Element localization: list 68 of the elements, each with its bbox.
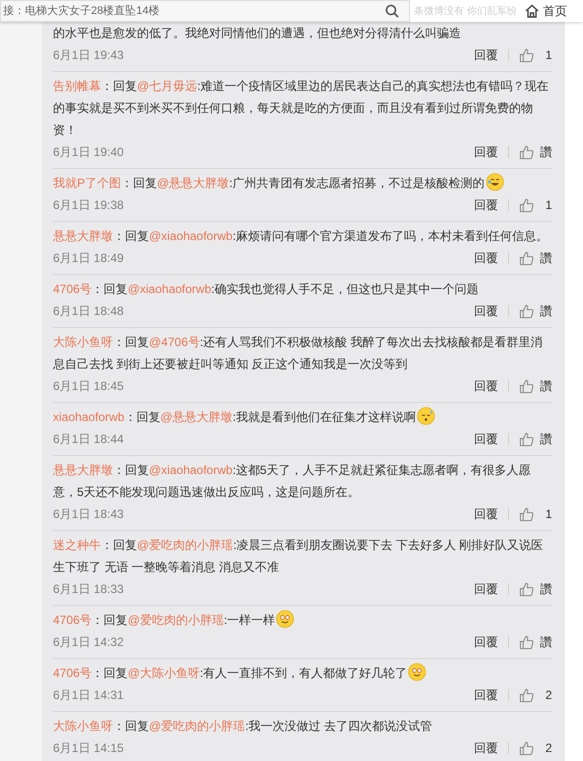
timestamp: 6月1日 19:38 bbox=[53, 197, 124, 214]
timestamp: 6月1日 18:43 bbox=[53, 506, 124, 523]
reply-link[interactable]: 回覆 bbox=[474, 633, 498, 651]
home-link[interactable]: 首页 bbox=[542, 2, 567, 20]
comment-text: 大陈小鱼呀：回复@爱吃肉的小胖瑶:我一次没做过 去了四次都说没试管 bbox=[53, 718, 433, 735]
thumbs-up-icon[interactable] bbox=[519, 582, 534, 596]
thumbs-up-icon[interactable] bbox=[519, 250, 534, 266]
smiling-face-icon bbox=[408, 663, 426, 681]
comment-text: 4706号：回复@大陈小鱼呀:有人一直排不到，有人都做了好几轮了 bbox=[53, 662, 552, 684]
reply-link[interactable]: 回覆 bbox=[474, 302, 498, 320]
reply-link[interactable]: 回覆 bbox=[474, 249, 498, 267]
comment-text: 大陈小鱼呀：回复@4706号:还有人骂我们不积极做核酸 我醉了每次出去找核酸都是看群里消息自己去找 到街上还要被赶叫等通知 反正这个通知我是一次没等到 bbox=[53, 334, 544, 373]
reply-link[interactable]: 回覆 bbox=[474, 686, 498, 704]
search-field[interactable]: 接：电梯大灾女子28楼直坠14楼 bbox=[0, 0, 410, 22]
timestamp: 6月1日 18:49 bbox=[53, 250, 124, 267]
like-count[interactable]: 讚 bbox=[540, 302, 552, 320]
like-count[interactable]: 讚 bbox=[540, 580, 552, 598]
thumbs-up-icon[interactable] bbox=[519, 506, 534, 522]
smiling-face-icon bbox=[276, 610, 294, 628]
like-count[interactable]: 讚 bbox=[540, 143, 552, 161]
reply-link[interactable]: 回覆 bbox=[474, 196, 498, 214]
thumbs-up-icon[interactable] bbox=[519, 378, 534, 394]
comment-text: 我就P了个图：回复@悬悬大胖墩:广州共青团有发志愿者招募，不过是核酸检测的 bbox=[53, 172, 552, 194]
timestamp: 6月1日 18:44 bbox=[53, 431, 124, 448]
reply-link[interactable]: 回覆 bbox=[474, 739, 498, 757]
like-count[interactable]: 讚 bbox=[540, 249, 552, 267]
like-count[interactable]: 讚 bbox=[540, 377, 552, 395]
comment-text: 4706号：回复@xiaohaoforwb:确实我也觉得人手不足，但这也只是其中一个问题 bbox=[53, 281, 480, 298]
comment-text: 悬悬大胖墩：回复@xiaohaoforwb:麻烦请问有哪个官方渠道发布了吗，本村未看到任何信息。 bbox=[53, 228, 549, 245]
like-count[interactable]: 1 bbox=[540, 46, 552, 64]
timestamp: 6月1日 18:48 bbox=[53, 303, 124, 320]
timestamp: 6月1日 14:15 bbox=[53, 740, 124, 757]
like-count[interactable]: 2 bbox=[540, 686, 552, 704]
thumbs-up-icon[interactable] bbox=[519, 740, 534, 756]
timestamp: 6月1日 19:40 bbox=[53, 144, 124, 161]
comment-text: xiaohaoforwb：回复@悬悬大胖墩:我就是看到他们在征集才这样说啊 bbox=[53, 406, 552, 428]
timestamp: 6月1日 18:45 bbox=[53, 378, 124, 395]
like-count[interactable]: 讚 bbox=[540, 633, 552, 651]
thumbs-up-icon[interactable] bbox=[519, 432, 534, 446]
thumbs-up-icon[interactable] bbox=[519, 304, 534, 318]
timestamp: 6月1日 14:32 bbox=[53, 634, 124, 651]
reply-link[interactable]: 回覆 bbox=[474, 430, 498, 448]
comment-text: 告别帷幕：回复@七月毋远:难道一个疫情区域里边的居民表达自己的真实想法也有错吗？现在的事实就是买不到米买不到任何口粮，每天就是吃的方便面，而且没有看到过所谓免费的物资！ bbox=[53, 78, 550, 139]
home-icon[interactable] bbox=[524, 4, 539, 18]
timestamp: 6月1日 14:31 bbox=[53, 687, 124, 704]
laughing-face-icon bbox=[486, 173, 504, 191]
reply-link[interactable]: 回覆 bbox=[474, 46, 498, 64]
like-count[interactable]: 2 bbox=[540, 739, 552, 757]
reply-link[interactable]: 回覆 bbox=[474, 143, 498, 161]
like-count[interactable]: 讚 bbox=[540, 430, 552, 448]
sweating-face-icon bbox=[416, 407, 435, 425]
like-count[interactable]: 1 bbox=[540, 505, 552, 523]
comment-text: 迷之种牛：回复@爱吃肉的小胖瑶:凌晨三点看到朋友圈说要下去 下去好多人 刚排好队又说医生下班了 无语 一整晚等着消息 消息又不准 bbox=[53, 537, 544, 576]
timestamp: 6月1日 19:43 bbox=[53, 47, 124, 64]
like-count[interactable]: 1 bbox=[540, 196, 552, 214]
comment-text: 的水平也是愈发的低了。我绝对同情他们的遭遇，但也绝对分得清什么叫骗造 bbox=[53, 25, 462, 42]
thumbs-up-icon[interactable] bbox=[519, 634, 534, 650]
comment-text: 4706号：回复@爱吃肉的小胖瑶:一样一样 bbox=[53, 609, 552, 631]
reply-link[interactable]: 回覆 bbox=[474, 505, 498, 523]
reply-link[interactable]: 回覆 bbox=[474, 377, 498, 395]
reply-link[interactable]: 回覆 bbox=[474, 580, 498, 598]
thumbs-up-icon[interactable] bbox=[519, 688, 534, 702]
comment-text: 悬悬大胖墩：回复@xiaohaoforwb:这都5天了，人手不足就赶紧征集志愿者啊，有很多人愿意，5天还不能发现问题迅速做出反应吗，这是问题所在。 bbox=[53, 462, 532, 501]
thumbs-up-icon[interactable] bbox=[519, 198, 534, 212]
thumbs-up-icon[interactable] bbox=[519, 48, 534, 62]
timestamp: 6月1日 18:33 bbox=[53, 581, 124, 598]
search-icon[interactable] bbox=[385, 4, 399, 18]
thumbs-up-icon[interactable] bbox=[519, 144, 534, 160]
